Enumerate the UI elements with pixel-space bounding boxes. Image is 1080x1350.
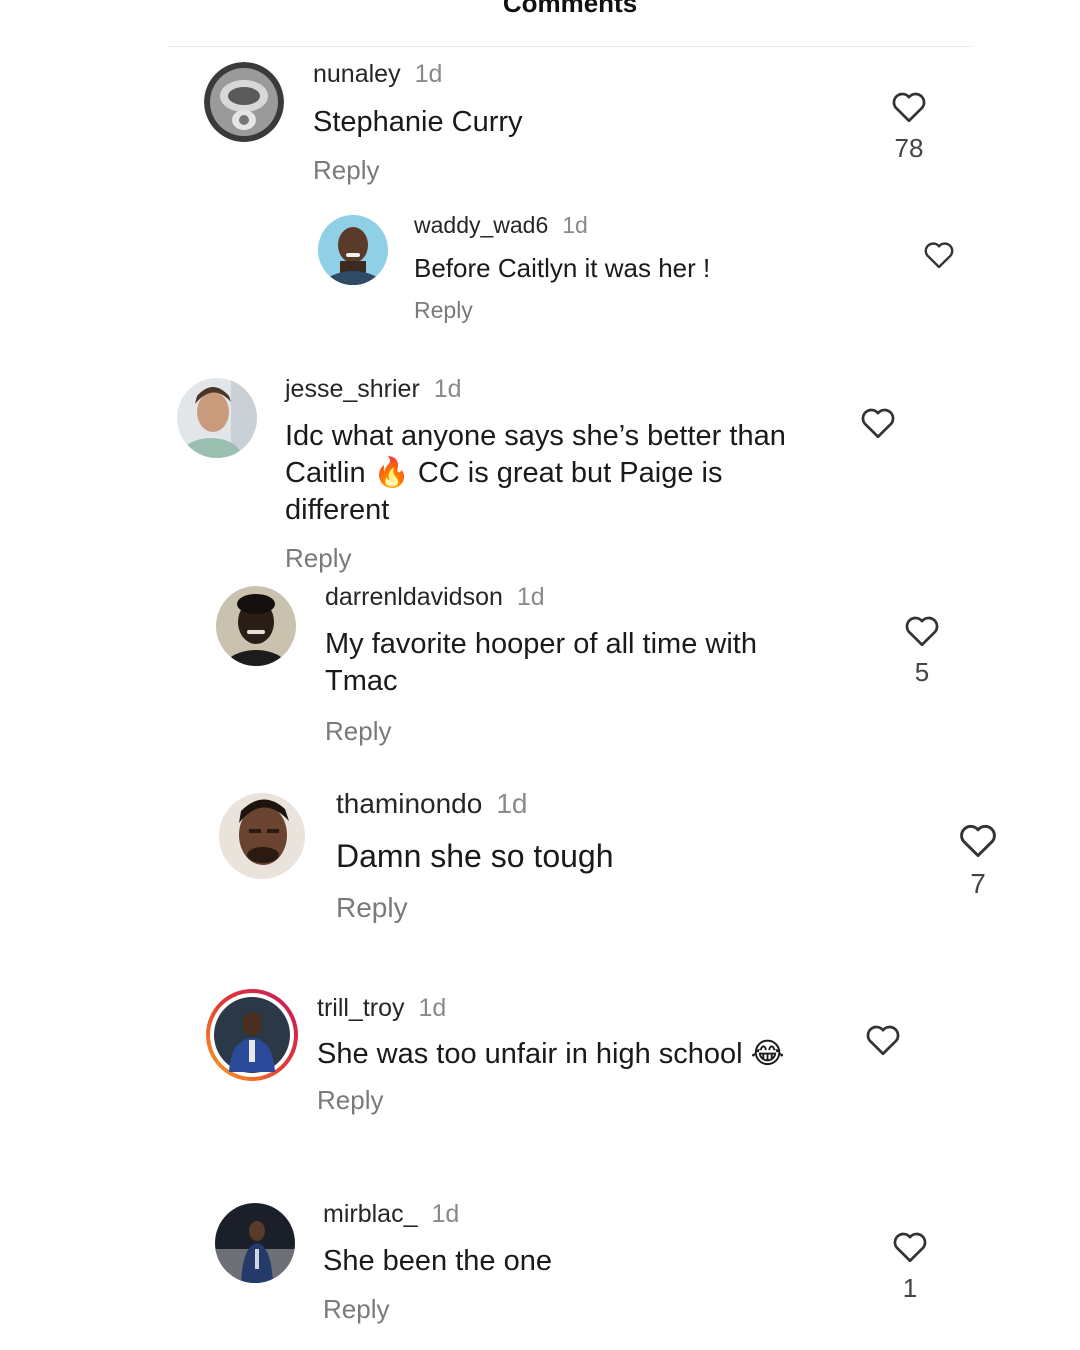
comment-username[interactable]: jesse_shrier [285, 375, 420, 403]
comment-username[interactable]: darrenldavidson [325, 583, 503, 611]
comment-text: She been the one [323, 1245, 552, 1277]
comment-time: 1d [414, 60, 443, 88]
comment-time: 1d [418, 994, 447, 1022]
heart-outline-icon [960, 824, 996, 858]
comment-time: 1d [516, 583, 545, 611]
reply-button[interactable]: Reply [414, 297, 473, 324]
reply-button[interactable]: Reply [336, 892, 408, 924]
comment-text: She was too unfair in high school 😂 [317, 1036, 785, 1074]
comment-username[interactable]: mirblac_ [323, 1200, 417, 1228]
like-button[interactable]: 5 [899, 614, 945, 688]
reply-button[interactable]: Reply [285, 543, 351, 574]
fire-emoji-icon: 🔥 [373, 457, 410, 489]
heart-outline-icon [861, 408, 895, 439]
like-button[interactable] [918, 240, 960, 269]
comment-username[interactable]: waddy_wad6 [414, 212, 548, 238]
heart-outline-icon [892, 92, 926, 123]
avatar[interactable] [216, 586, 296, 666]
comment-text-line: Caitlin [285, 457, 366, 489]
heart-outline-icon [924, 242, 954, 269]
comment-text-line: different [285, 494, 390, 526]
reply-button[interactable]: Reply [313, 155, 379, 186]
heart-outline-icon [905, 616, 939, 647]
like-button[interactable]: 78 [884, 90, 934, 164]
avatar-with-story-ring[interactable] [205, 988, 299, 1082]
reply-button[interactable]: Reply [323, 1294, 389, 1325]
like-button[interactable] [861, 1023, 905, 1056]
like-count: 78 [894, 133, 924, 163]
comment-time: 1d [433, 375, 462, 403]
comment-time: 1d [562, 212, 588, 238]
comment-username[interactable]: thaminondo [336, 788, 482, 819]
comment-text-line: She was too unfair in high school [317, 1038, 743, 1070]
heart-outline-icon [893, 1232, 927, 1263]
like-count: 1 [902, 1273, 918, 1303]
avatar[interactable] [219, 793, 305, 879]
reply-button[interactable]: Reply [317, 1085, 383, 1116]
avatar[interactable] [215, 1203, 295, 1283]
page-title: Comments [502, 0, 638, 18]
avatar[interactable] [177, 378, 257, 458]
comment-username[interactable]: trill_troy [317, 994, 405, 1022]
comment-time: 1d [431, 1200, 460, 1228]
like-count: 7 [970, 868, 986, 899]
comment-username[interactable]: nunaley [313, 60, 401, 88]
comment-text: Idc what anyone says she’s better than C… [285, 418, 786, 529]
comment-text-line: CC is great but Paige is [417, 457, 723, 489]
comment-text-line: Tmac [325, 665, 398, 697]
avatar[interactable] [204, 62, 284, 142]
comment-time: 1d [496, 788, 528, 819]
like-button[interactable]: 1 [887, 1230, 933, 1304]
comment-text: Before Caitlyn it was her ! [414, 253, 711, 283]
comment-text: Damn she so tough [336, 838, 614, 874]
avatar[interactable] [318, 215, 388, 285]
laughing-emoji-icon: 😂 [750, 1038, 785, 1070]
like-button[interactable] [856, 406, 900, 439]
header-divider [168, 46, 972, 47]
like-button[interactable]: 7 [955, 822, 1001, 900]
comment-text-line: Idc what anyone says she’s better than [285, 420, 786, 452]
comment-text: Stephanie Curry [313, 106, 523, 138]
like-count: 5 [914, 657, 930, 687]
comment-text-line: My favorite hooper of all time with [325, 628, 757, 660]
comment-text: My favorite hooper of all time with Tmac [325, 626, 757, 700]
heart-outline-icon [866, 1025, 900, 1056]
reply-button[interactable]: Reply [325, 716, 391, 747]
